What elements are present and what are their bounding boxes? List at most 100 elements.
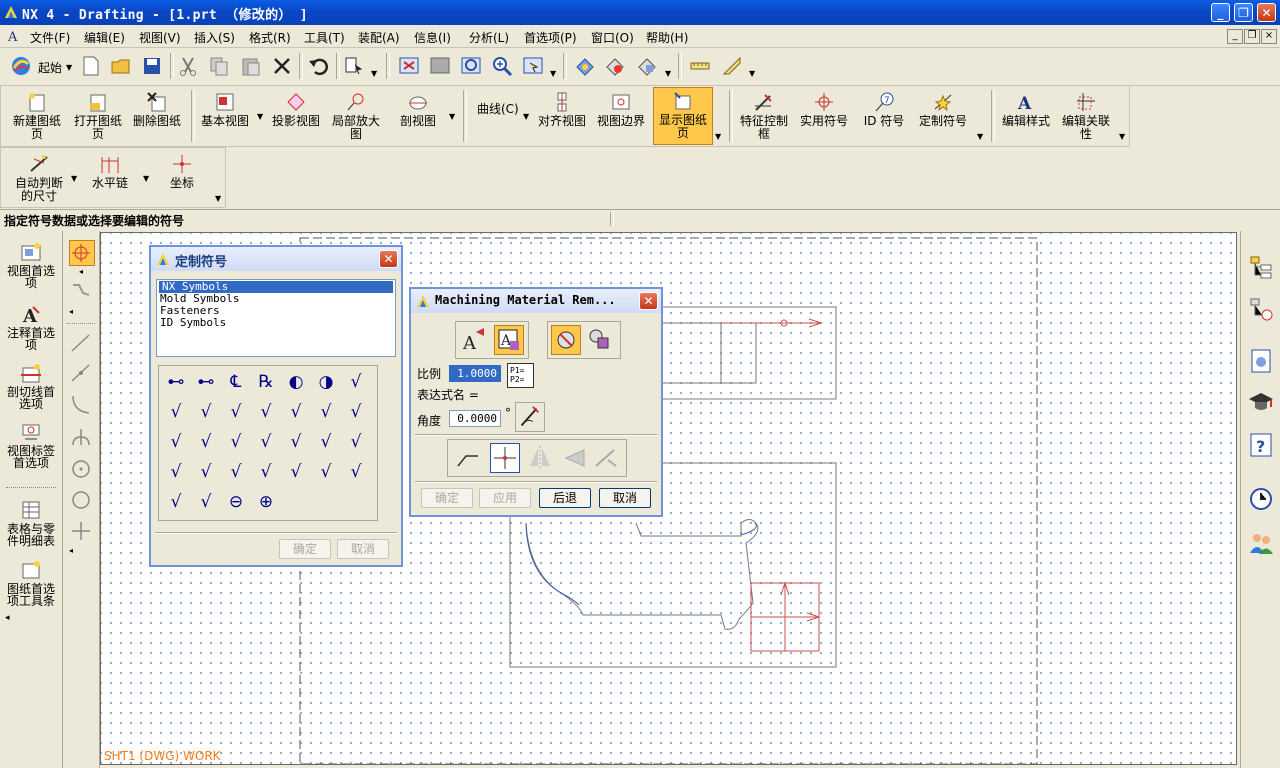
selection-dropdown-icon[interactable]: ▼	[371, 69, 377, 78]
zoom-window-icon[interactable]	[429, 55, 451, 77]
open-sheet-button[interactable]: 打开图纸页	[69, 89, 127, 141]
menu-info[interactable]: 信息(I)	[414, 29, 451, 46]
symbol-palette-item[interactable]: √	[223, 460, 249, 484]
copy-icon[interactable]	[208, 55, 230, 77]
auto-dim-dropdown-icon[interactable]: ▼	[71, 174, 77, 183]
measure-dropdown-icon[interactable]: ▼	[749, 69, 755, 78]
training-icon[interactable]	[1247, 389, 1275, 417]
line-point-icon[interactable]	[69, 361, 93, 385]
symbol-palette-item[interactable]: √	[193, 490, 219, 514]
reorient-icon[interactable]	[592, 444, 620, 472]
library-item-id-symbols[interactable]: ID Symbols	[157, 317, 395, 329]
measure-angle-icon[interactable]	[721, 55, 743, 77]
measure-distance-icon[interactable]	[689, 55, 711, 77]
tools-expand-icon[interactable]: ◂	[69, 307, 73, 316]
view-dropdown-icon[interactable]: ▼	[550, 69, 556, 78]
mirror-icon[interactable]	[526, 444, 554, 472]
cancel-button[interactable]: 取消	[337, 539, 389, 559]
feature-control-frame-button[interactable]: 特征控制框	[735, 89, 793, 141]
view-label-preferences-button[interactable]: 视图标签首选项	[2, 421, 60, 469]
zoom-in-icon[interactable]	[491, 55, 513, 77]
panel-expand-icon[interactable]: ◂	[5, 613, 10, 623]
leader-icon[interactable]	[454, 444, 482, 472]
section-view-button[interactable]: 剖视图	[391, 89, 445, 128]
fit-icon[interactable]	[398, 55, 420, 77]
symbol-palette-item[interactable]: √	[163, 430, 189, 454]
utility-symbol-button[interactable]: 实用符号	[797, 89, 851, 128]
fillet-icon[interactable]	[69, 425, 93, 449]
menu-help[interactable]: 帮助(H)	[646, 29, 688, 46]
symbol-palette-item[interactable]: ◑	[313, 370, 339, 394]
layer-settings-icon[interactable]	[604, 55, 626, 77]
point-snap-icon[interactable]	[69, 240, 95, 266]
close-button[interactable]: ✕	[1257, 3, 1276, 22]
symbol-palette-item[interactable]: √	[163, 490, 189, 514]
roles-icon[interactable]	[1247, 529, 1275, 557]
menu-window[interactable]: 窗口(O)	[591, 29, 634, 46]
detail-view-button[interactable]: 局部放大图	[327, 89, 385, 141]
infer-angle-icon[interactable]	[515, 402, 545, 432]
symbol-palette-item[interactable]: √	[313, 430, 339, 454]
open-folder-icon[interactable]	[110, 55, 132, 77]
symbol-library-list[interactable]: NX Symbols Mold Symbols Fasteners ID Sym…	[156, 279, 396, 357]
start-dropdown-icon[interactable]: ▼	[66, 63, 72, 72]
symbol-palette-item[interactable]: √	[283, 400, 309, 424]
tables-parts-list-button[interactable]: 表格与零件明细表	[2, 499, 60, 547]
mmr-close-button[interactable]: ✕	[639, 292, 658, 310]
dialog-close-button[interactable]: ✕	[379, 250, 398, 268]
symbol-palette-item[interactable]: √	[223, 430, 249, 454]
section-view-dropdown-icon[interactable]: ▼	[449, 112, 455, 121]
symbol-palette-item[interactable]: ◐	[283, 370, 309, 394]
custom-symbol-button[interactable]: 定制符号	[915, 89, 971, 128]
mmr-ok-button[interactable]: 确定	[421, 488, 473, 508]
symbol-palette-item[interactable]: √	[223, 400, 249, 424]
snap-expand-icon[interactable]: ◂	[79, 267, 83, 276]
cut-icon[interactable]	[177, 55, 199, 77]
base-view-button[interactable]: 基本视图	[197, 89, 253, 128]
annotation-mode-icon[interactable]: A	[460, 326, 488, 354]
delete-sheet-button[interactable]: 删除图纸	[129, 89, 185, 128]
maximize-button[interactable]: ❐	[1234, 3, 1253, 22]
edit-symbol-icon[interactable]	[586, 326, 614, 354]
symbol-palette-item[interactable]: √	[193, 430, 219, 454]
pan-icon[interactable]	[522, 55, 544, 77]
part-navigator-icon[interactable]	[1247, 295, 1275, 323]
doc-close-button[interactable]: ×	[1261, 29, 1277, 44]
curves-expand-icon[interactable]: ◂	[69, 546, 73, 555]
display-sheet-dropdown-icon[interactable]: ▼	[715, 132, 721, 141]
projected-view-button[interactable]: 投影视图	[269, 89, 323, 128]
layer-visible-icon[interactable]	[636, 55, 658, 77]
new-sheet-button[interactable]: 新建图纸页	[7, 89, 67, 141]
view-preferences-button[interactable]: 视图首选项	[2, 241, 60, 289]
symbol-palette-item[interactable]: √	[343, 460, 369, 484]
mmr-title-bar[interactable]: Machining Material Rem... ✕	[411, 289, 661, 313]
symbol-palette-item[interactable]: ⊷	[163, 370, 189, 394]
web-browser-icon[interactable]	[1247, 347, 1275, 375]
symbol-palette-item[interactable]: ⊷	[193, 370, 219, 394]
mmr-cancel-button[interactable]: 取消	[599, 488, 651, 508]
symbol-palette-item[interactable]: √	[343, 430, 369, 454]
symbol-palette-item[interactable]: ⊕	[253, 490, 279, 514]
symbol-palette-item[interactable]: ℄	[223, 370, 249, 394]
curve-menu[interactable]: 曲线(C)	[477, 100, 519, 117]
curve-dropdown-icon[interactable]: ▼	[523, 112, 529, 121]
symbol-palette-item[interactable]: √	[313, 460, 339, 484]
coordinate-dropdown-icon[interactable]: ▼	[215, 194, 221, 203]
symbol-dropdown-icon[interactable]: ▼	[977, 132, 983, 141]
dialog-title-bar[interactable]: 定制符号 ✕	[151, 247, 401, 271]
view-boundary-button[interactable]: 视图边界	[593, 89, 649, 128]
undo-icon[interactable]	[307, 55, 329, 77]
align-view-button[interactable]: 对齐视图	[535, 89, 589, 128]
help-icon[interactable]: ?	[1247, 431, 1275, 459]
symbol-palette-item[interactable]: √	[163, 460, 189, 484]
mmr-apply-button[interactable]: 应用	[479, 488, 531, 508]
symbol-palette-item[interactable]: √	[193, 400, 219, 424]
menu-preferences[interactable]: 首选项(P)	[524, 29, 577, 46]
symbol-palette-item[interactable]: √	[253, 460, 279, 484]
angle-input[interactable]: 0.0000	[449, 410, 501, 427]
doc-restore-button[interactable]: ❐	[1244, 29, 1260, 44]
sketch-tool-icon[interactable]	[69, 279, 93, 303]
edit-style-button[interactable]: A 编辑样式	[997, 89, 1055, 128]
edit-dropdown-icon[interactable]: ▼	[1119, 132, 1125, 141]
symbol-palette-item[interactable]: ⊖	[223, 490, 249, 514]
